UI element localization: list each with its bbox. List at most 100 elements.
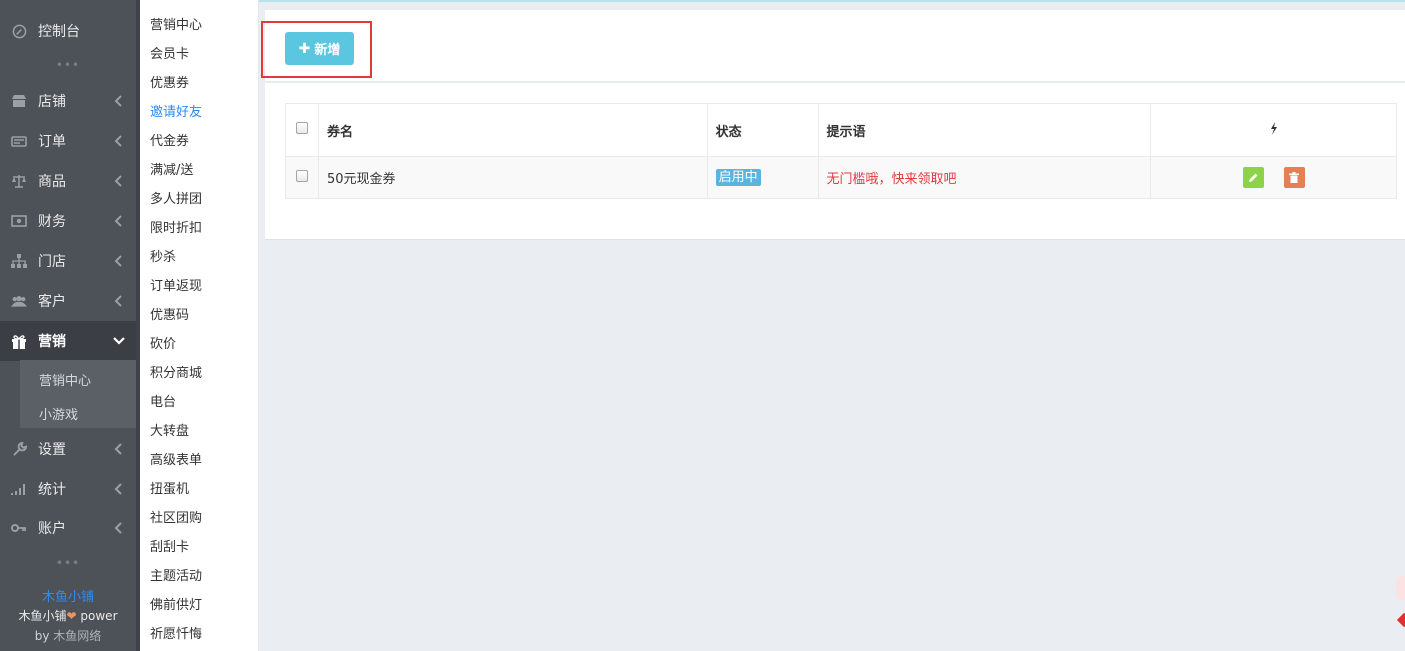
- submenu-item[interactable]: 社区团购: [150, 511, 202, 527]
- footer-by-text: by: [34, 629, 50, 643]
- marketing-secondary-menu: 营销中心 会员卡 优惠券 邀请好友 代金券 满减/送 多人拼团 限时折扣 秒杀 …: [140, 0, 259, 651]
- nav-item-dashboard[interactable]: 控制台: [0, 11, 136, 51]
- nav-item-orders[interactable]: 订单: [0, 121, 136, 161]
- select-all-checkbox[interactable]: [295, 122, 308, 134]
- add-button[interactable]: ✚ 新增: [285, 32, 354, 65]
- submenu-item[interactable]: 大转盘: [150, 424, 189, 440]
- row-checkbox[interactable]: [295, 169, 308, 182]
- submenu-item-current[interactable]: 邀请好友: [150, 105, 202, 121]
- actions-cell: [1150, 156, 1397, 199]
- gift-icon: [11, 333, 27, 349]
- chevron-left-icon: [114, 215, 122, 227]
- submenu-item[interactable]: 秒杀: [150, 250, 176, 266]
- chevron-left-icon: [114, 295, 122, 307]
- hint-text: 无门槛哦，快来领取吧: [826, 172, 957, 187]
- lightning-icon: [1270, 121, 1278, 139]
- nav-item-settings[interactable]: 设置: [0, 429, 136, 469]
- top-accent-line: [259, 0, 1405, 2]
- nav-item-label: 统计: [38, 482, 66, 498]
- nav-item-shop[interactable]: 店铺: [0, 81, 136, 121]
- nav-item-products[interactable]: 商品: [0, 161, 136, 201]
- submenu-item[interactable]: 满减/送: [150, 163, 193, 179]
- subnav-item-marketing-center[interactable]: 营销中心: [39, 370, 91, 389]
- submenu-item[interactable]: 限时折扣: [150, 221, 202, 237]
- status-cell: 启用中: [706, 156, 819, 199]
- submenu-item[interactable]: 砍价: [150, 337, 176, 353]
- header-actions: [1150, 103, 1397, 157]
- main-sidebar: 控制台 ••• 店铺 订单 商品 财务 门店 客户 营销 营销中心 小游戏 设置…: [0, 0, 140, 651]
- chevron-left-icon: [114, 483, 122, 495]
- wrench-icon: [11, 441, 27, 457]
- header-hint: 提示语: [817, 103, 1152, 157]
- nav-item-statistics[interactable]: 统计: [0, 469, 136, 509]
- sitemap-icon: [11, 253, 27, 269]
- submenu-item[interactable]: 营销中心: [150, 18, 202, 34]
- subnav-item-mini-games[interactable]: 小游戏: [39, 404, 78, 423]
- plus-icon: ✚: [298, 40, 311, 57]
- status-badge: 启用中: [715, 169, 761, 186]
- nav-item-label: 账户: [38, 521, 66, 537]
- toolbar-panel: [265, 10, 1405, 82]
- edit-button[interactable]: [1242, 167, 1264, 188]
- submenu-item[interactable]: 优惠券: [150, 76, 189, 92]
- floating-service-tab[interactable]: [1396, 576, 1405, 600]
- users-icon: [11, 293, 27, 309]
- delete-button[interactable]: [1283, 167, 1305, 188]
- floating-marker-icon[interactable]: [1396, 612, 1405, 628]
- chevron-left-icon: [114, 255, 122, 267]
- nav-item-label: 客户: [38, 294, 66, 310]
- nav-item-label: 门店: [38, 254, 66, 270]
- footer-brand-link[interactable]: 木鱼小铺: [0, 586, 136, 605]
- chevron-left-icon: [114, 135, 122, 147]
- key-icon: [11, 520, 27, 536]
- nav-item-label: 订单: [38, 134, 66, 150]
- submenu-item[interactable]: 刮刮卡: [150, 540, 189, 556]
- table-row: 50元现金券 启用中 无门槛哦，快来领取吧: [285, 156, 1397, 199]
- nav-item-finance[interactable]: 财务: [0, 201, 136, 241]
- submenu-item[interactable]: 优惠码: [150, 308, 189, 324]
- submenu-item[interactable]: 多人拼团: [150, 192, 202, 208]
- submenu-item[interactable]: 会员卡: [150, 47, 189, 63]
- footer-by-line: by 木鱼网络: [0, 627, 136, 644]
- chevron-left-icon: [114, 175, 122, 187]
- submenu-item[interactable]: 主题活动: [150, 569, 202, 585]
- order-icon: [11, 133, 27, 149]
- header-status: 状态: [706, 103, 819, 157]
- nav-item-stores[interactable]: 门店: [0, 241, 136, 281]
- nav-item-label: 商品: [38, 174, 66, 190]
- submenu-item[interactable]: 电台: [150, 395, 176, 411]
- signal-icon: [11, 481, 27, 497]
- header-name: 券名: [317, 103, 708, 157]
- submenu-item[interactable]: 代金券: [150, 134, 189, 150]
- chevron-left-icon: [114, 95, 122, 107]
- nav-item-marketing[interactable]: 营销: [0, 321, 136, 361]
- nav-separator-dots: •••: [55, 58, 81, 72]
- submenu-item[interactable]: 扭蛋机: [150, 482, 189, 498]
- scale-icon: [11, 173, 27, 189]
- table-header-row: 券名 状态 提示语: [285, 103, 1397, 157]
- footer-company-link[interactable]: 木鱼网络: [53, 629, 101, 643]
- nav-separator-dots: •••: [55, 556, 81, 570]
- nav-item-label: 设置: [38, 442, 66, 458]
- money-icon: [11, 213, 27, 229]
- nav-item-label: 控制台: [38, 24, 80, 40]
- submenu-item[interactable]: 佛前供灯: [150, 598, 202, 614]
- nav-item-customers[interactable]: 客户: [0, 281, 136, 321]
- trash-icon: [1289, 172, 1300, 183]
- coupon-table: 券名 状态 提示语 50元现金券 启用中 无门槛哦，快来领取吧: [285, 103, 1397, 199]
- coupon-name-cell: 50元现金券: [317, 156, 708, 199]
- nav-item-label: 财务: [38, 214, 66, 230]
- chevron-down-icon: [113, 337, 125, 345]
- nav-item-account[interactable]: 账户: [0, 508, 136, 548]
- shop-icon: [11, 93, 27, 109]
- dashboard-icon: [11, 23, 27, 39]
- footer-power-line: 木鱼小铺❤ power: [0, 607, 136, 624]
- submenu-item[interactable]: 祈愿忏悔: [150, 627, 202, 643]
- submenu-item[interactable]: 积分商城: [150, 366, 202, 382]
- footer-power-text: power: [80, 609, 118, 623]
- chevron-left-icon: [114, 443, 122, 455]
- add-button-label: 新增: [314, 43, 341, 58]
- submenu-item[interactable]: 高级表单: [150, 453, 202, 469]
- header-select-all-cell: [285, 103, 319, 157]
- submenu-item[interactable]: 订单返现: [150, 279, 202, 295]
